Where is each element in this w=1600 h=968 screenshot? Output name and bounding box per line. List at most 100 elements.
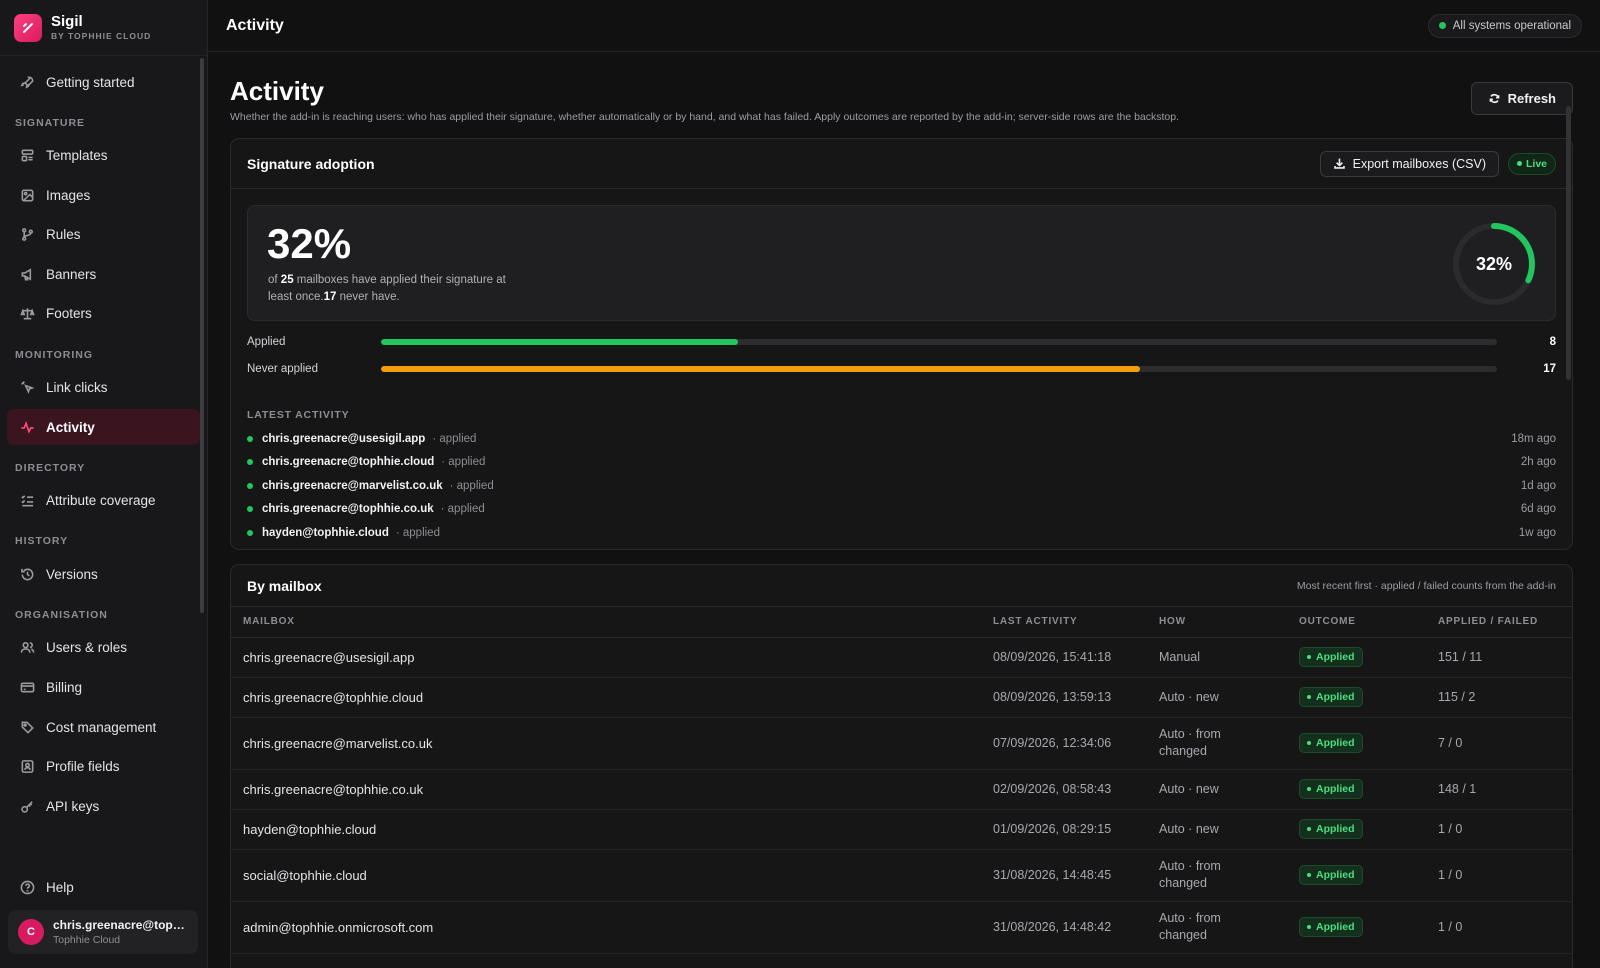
cell-how: Auto · new	[1159, 769, 1299, 810]
help-icon	[20, 880, 35, 894]
activity-mailbox[interactable]: chris.greenacre@marvelist.co.uk	[262, 480, 443, 492]
bar-count: 17	[1543, 363, 1556, 375]
cell-applied-failed: 1 / 0	[1438, 901, 1572, 954]
sidebar-item-label: Banners	[46, 266, 97, 282]
cell-applied-failed: 7 / 0	[1438, 717, 1572, 770]
cell-last-activity: 07/09/2026, 12:34:06	[993, 717, 1159, 770]
brand-sub: BY TOPHHIE CLOUD	[51, 31, 152, 41]
user-org: Tophhie Cloud	[53, 934, 121, 946]
brand[interactable]: Sigil BY TOPHHIE CLOUD	[0, 0, 207, 56]
outcome-label: Applied	[1316, 691, 1355, 703]
list-item: chris.greenacre@tophhie.cloud · applied 2h…	[247, 451, 1556, 475]
outcome-label: Applied	[1316, 783, 1355, 795]
sidebar-item-profile-fields[interactable]: Profile fields	[7, 749, 200, 785]
cell-how: Auto · new	[1159, 677, 1299, 718]
table-row[interactable]: chris.greenacre@marvelist.co.uk 07/09/202…	[231, 717, 1572, 770]
signature-adoption-card: Signature adoption Export mailboxes (CSV…	[230, 138, 1573, 550]
avatar: C	[18, 919, 44, 945]
cell-last-activity: 01/09/2026, 08:29:15	[993, 809, 1159, 850]
sidebar-item-label: Getting started	[46, 74, 135, 90]
status-dot-icon	[1307, 741, 1311, 745]
status-dot-icon	[1307, 695, 1311, 699]
status-dot-icon	[1307, 873, 1311, 877]
cell-applied-failed: 115 / 2	[1438, 677, 1572, 718]
cell-last-activity: 08/09/2026, 15:41:18	[993, 637, 1159, 678]
sidebar-item-link-clicks[interactable]: Link clicks	[7, 370, 200, 406]
activity-verb: · applied	[432, 432, 477, 445]
sidebar-item-api-keys[interactable]: API keys	[7, 788, 200, 824]
list-item: chris.greenacre@tophhie.co.uk · applied 6d…	[247, 498, 1556, 522]
rocket-icon	[20, 76, 34, 89]
sidebar-item-label: Activity	[46, 419, 95, 435]
cell-mailbox: chris.greenacre@tophhie.co.uk	[231, 769, 993, 810]
ring-percent: 32%	[1475, 253, 1513, 274]
column-header-last-activity[interactable]: LAST ACTIVITY	[993, 607, 1159, 638]
cell-last-activity: 08/09/2026, 13:59:13	[993, 677, 1159, 718]
bar-fill	[381, 339, 739, 345]
refresh-button[interactable]: Refresh	[1470, 82, 1573, 115]
sidebar-item-users-roles[interactable]: Users & roles	[7, 630, 200, 666]
sidebar-scrollbar[interactable]	[200, 58, 204, 613]
sidebar-item-templates[interactable]: Templates	[7, 138, 200, 174]
sidebar-item-versions[interactable]: Versions	[7, 556, 200, 592]
activity-verb: · applied	[441, 456, 486, 469]
table-row[interactable]: hayden@tophhie.cloud 01/09/2026, 08:29:15…	[231, 809, 1572, 850]
sidebar-item-label: API keys	[46, 798, 100, 814]
sidebar-item-cost-management[interactable]: Cost management	[7, 709, 200, 745]
help-row: Help	[7, 869, 193, 909]
mailbox-note: Most recent first · applied / failed cou…	[1296, 579, 1556, 592]
activity-time: 1w ago	[1518, 526, 1556, 539]
sidebar-item-attribute-coverage[interactable]: Attribute coverage	[7, 483, 200, 519]
table-row[interactable]: admin@tophhie.onmicrosoft.com 31/08/2026,…	[231, 901, 1572, 954]
status-dot-icon	[1307, 827, 1311, 831]
latest-activity-list: chris.greenacre@usesigil.app · applied 18m…	[247, 427, 1556, 545]
sidebar-item-getting-started[interactable]: Getting started	[7, 64, 200, 100]
live-dot-icon	[1516, 161, 1522, 166]
sidebar-item-rules[interactable]: Rules	[7, 217, 200, 253]
cell-outcome: Applied	[1299, 769, 1438, 810]
column-header-how[interactable]: HOW	[1159, 607, 1299, 638]
outcome-label: Applied	[1316, 651, 1355, 663]
table-row[interactable]: chris.greenacre@tophhie.cloud 08/09/2026,…	[231, 677, 1572, 718]
tag-icon	[21, 721, 34, 734]
table-row[interactable]: social@tophhie.cloud 31/08/2026, 14:48:45…	[231, 849, 1572, 902]
user-email: chris.greenacre@tophhie.cloud	[53, 918, 189, 932]
column-header-applied-failed[interactable]: APPLIED / FAILED	[1438, 607, 1572, 638]
sidebar-item-footers[interactable]: Footers	[7, 296, 200, 332]
stat-text-of: of	[268, 274, 278, 286]
outcome-badge: Applied	[1299, 865, 1363, 885]
history-icon	[21, 568, 34, 581]
profile-card-icon	[21, 760, 34, 774]
sidebar-item-label: Users & roles	[46, 640, 128, 656]
sidebar-section-title: MONITORING	[15, 348, 94, 361]
sidebar-item-billing[interactable]: Billing	[7, 670, 200, 706]
brand-name: Sigil	[51, 13, 83, 30]
activity-mailbox[interactable]: hayden@tophhie.cloud	[262, 527, 389, 539]
sidebar-item-images[interactable]: Images	[7, 177, 200, 213]
sidebar-item-help[interactable]: Help	[7, 869, 193, 905]
cell-applied-failed: 148 / 1	[1438, 769, 1572, 810]
live-label: Live	[1525, 157, 1547, 170]
table-row[interactable]: chris.greenacre@tophhie.co.uk 02/09/2026,…	[231, 769, 1572, 810]
system-status-badge[interactable]: All systems operational	[1427, 13, 1582, 38]
sidebar-section-title: ORGANISATION	[15, 608, 108, 621]
sidebar-item-label: Rules	[46, 227, 81, 243]
cell-mailbox: admin@tophhie.onmicrosoft.com	[231, 901, 993, 954]
column-header-mailbox[interactable]: MAILBOX	[231, 607, 993, 638]
activity-mailbox[interactable]: chris.greenacre@usesigil.app	[262, 433, 425, 445]
activity-mailbox[interactable]: chris.greenacre@tophhie.co.uk	[262, 503, 434, 515]
column-header-outcome[interactable]: OUTCOME	[1299, 607, 1438, 638]
main-scrollbar[interactable]	[1566, 106, 1571, 380]
activity-mailbox[interactable]: chris.greenacre@tophhie.cloud	[262, 456, 434, 468]
export-csv-button[interactable]: Export mailboxes (CSV)	[1319, 150, 1499, 177]
bar-count: 8	[1549, 336, 1556, 348]
table-row[interactable]: chris.greenacre@usesigil.app 08/09/2026, …	[231, 637, 1572, 678]
cell-mailbox: chris.greenacre@tophhie.cloud	[231, 677, 993, 718]
sidebar-item-banners[interactable]: Banners	[7, 256, 200, 292]
sidebar-item-label: Profile fields	[46, 759, 120, 775]
user-menu[interactable]: C chris.greenacre@tophhie.cloud Tophhie …	[8, 910, 198, 954]
by-mailbox-card: By mailbox Most recent first · applied /…	[230, 564, 1573, 968]
cell-outcome: Applied	[1299, 717, 1438, 770]
cell-last-activity: 31/08/2026, 14:48:45	[993, 849, 1159, 902]
sidebar-item-activity[interactable]: Activity	[7, 409, 200, 446]
